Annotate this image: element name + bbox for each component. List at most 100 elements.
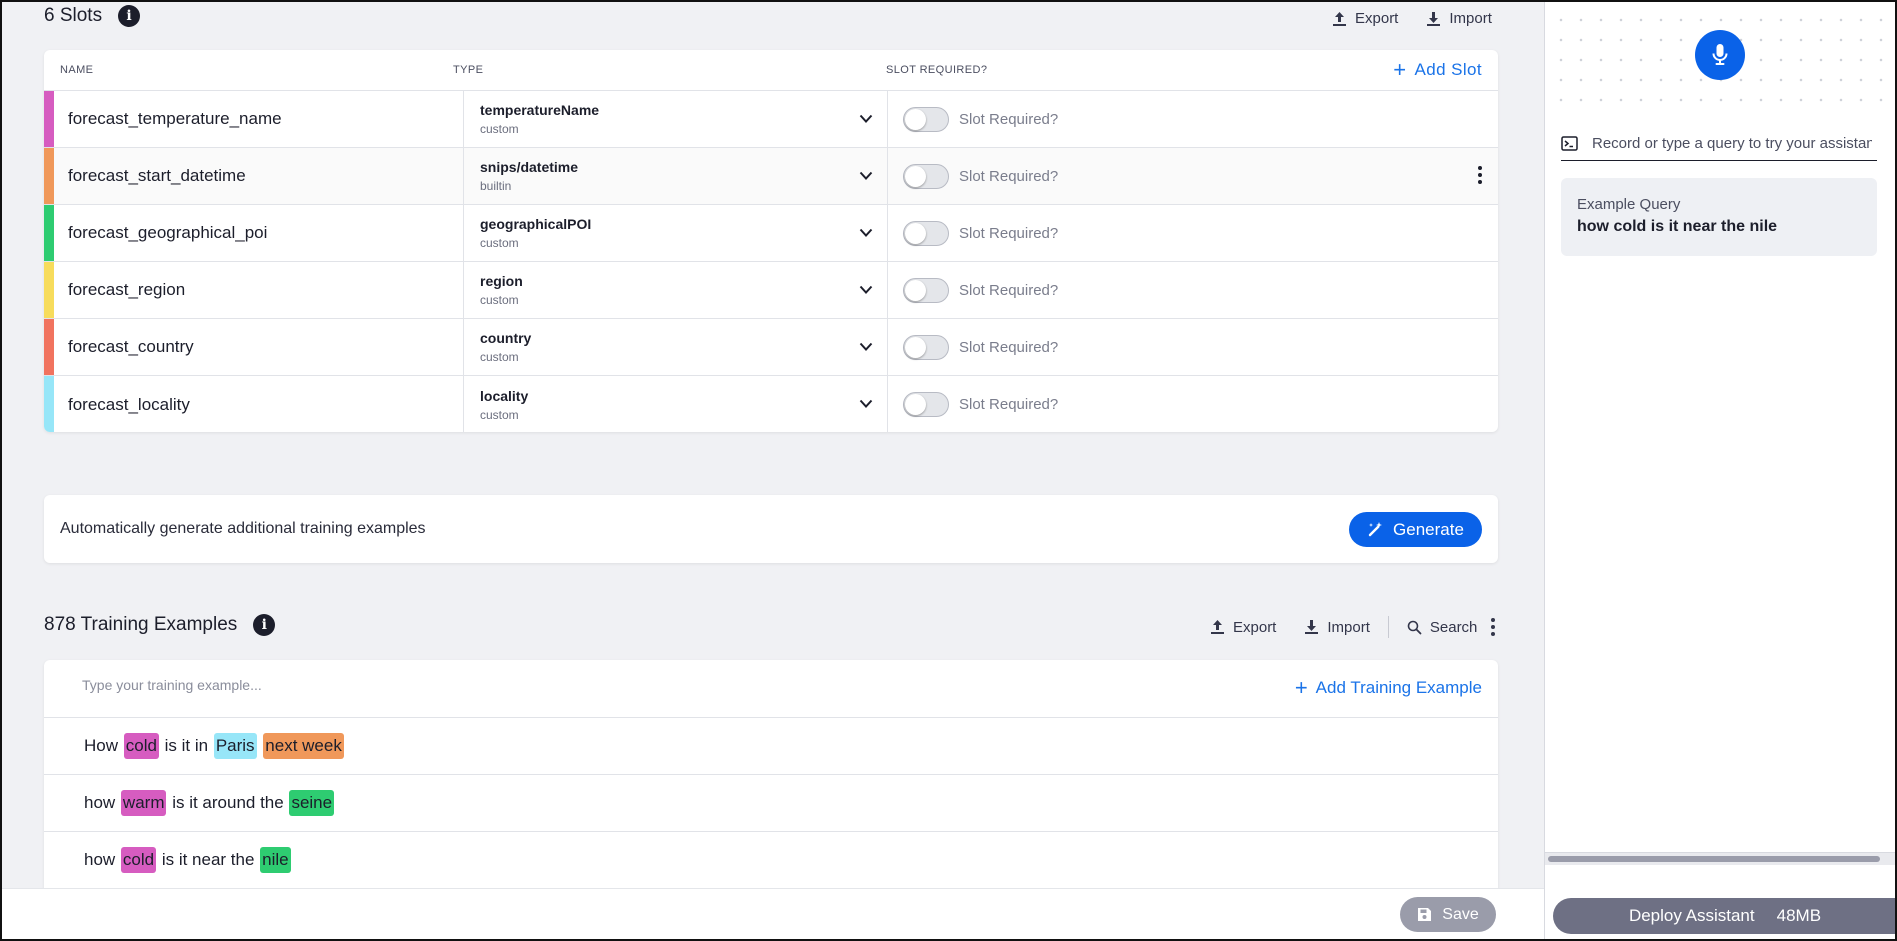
test-panel: Example Query how cold is it near the ni… <box>1544 2 1897 939</box>
slot-type-source: custom <box>480 122 519 136</box>
training-export-button[interactable]: Export <box>1210 619 1276 636</box>
slots-table-body: forecast_temperature_name temperatureName… <box>44 91 1498 432</box>
slot-row[interactable]: forecast_region region custom Slot Required… <box>44 262 1498 319</box>
slot-required-toggle[interactable] <box>903 392 949 417</box>
training-example-row[interactable]: how warm is it around the seine <box>44 775 1498 832</box>
slot-required-label: Slot Required? <box>959 338 1059 356</box>
info-icon[interactable]: i <box>118 5 141 27</box>
chevron-down-icon <box>859 225 873 243</box>
slot-required-toggle[interactable] <box>903 220 949 246</box>
save-button[interactable]: Save <box>1400 897 1496 932</box>
slots-table: NAME TYPE SLOT REQUIRED? + Add Slot fore… <box>44 50 1498 432</box>
training-header: 878 Training Examples i <box>44 614 276 636</box>
slot-type-name: locality <box>480 387 529 404</box>
slot-row[interactable]: forecast_geographical_poi geographicalPOI… <box>44 205 1498 262</box>
example-text: how <box>84 793 120 812</box>
slot-type-source: custom <box>480 236 519 250</box>
training-search-label: Search <box>1429 618 1478 636</box>
slot-type-select[interactable]: geographicalPOI custom <box>464 205 888 261</box>
info-icon[interactable]: i <box>253 614 276 636</box>
slot-required-cell: Slot Required? <box>888 148 1498 204</box>
slot-required-label: Slot Required? <box>959 396 1059 413</box>
slot-required-cell: Slot Required? <box>888 91 1498 147</box>
chevron-down-icon <box>859 168 873 186</box>
toolbar-divider <box>1387 616 1389 638</box>
slots-export-label: Export <box>1355 10 1399 27</box>
add-slot-button[interactable]: + Add Slot <box>1393 59 1482 81</box>
slot-name[interactable]: forecast_region <box>54 262 464 318</box>
upload-icon <box>1211 620 1224 634</box>
slot-row[interactable]: forecast_temperature_name temperatureName… <box>44 91 1498 148</box>
training-example-input[interactable] <box>82 677 982 693</box>
main-content: 6 Slots i Export Import NAME TYPE SLOT R… <box>2 2 1544 888</box>
slot-row[interactable]: forecast_country country custom Slot Requir… <box>44 319 1498 376</box>
training-more-button[interactable] <box>1491 618 1496 636</box>
kebab-icon[interactable] <box>1478 166 1482 184</box>
training-export-label: Export <box>1233 618 1277 636</box>
terminal-icon <box>1561 135 1578 151</box>
slots-export-button[interactable]: Export <box>1332 10 1398 27</box>
query-input[interactable] <box>1592 134 1872 152</box>
slot-row[interactable]: forecast_locality locality custom Slot Requ… <box>44 376 1498 432</box>
generate-button-label: Generate <box>1393 519 1464 539</box>
slot-type-select[interactable]: country custom <box>464 319 888 375</box>
slot-required-cell: Slot Required? <box>888 262 1498 318</box>
slot-required-toggle[interactable] <box>903 334 949 360</box>
slot-color-swatch <box>44 205 54 261</box>
slots-title: 6 Slots <box>44 5 103 26</box>
example-text: is it around the <box>167 793 289 812</box>
scrollbar-thumb[interactable] <box>1548 856 1880 862</box>
record-button[interactable] <box>1695 30 1745 80</box>
example-text <box>258 736 263 756</box>
training-search-button[interactable]: Search <box>1407 618 1478 636</box>
chevron-down-icon <box>859 111 873 129</box>
floppy-disk-icon <box>1418 908 1432 921</box>
slot-name[interactable]: forecast_locality <box>54 376 464 432</box>
slot-row[interactable]: forecast_start_datetime snips/datetime bui… <box>44 148 1498 205</box>
slot-required-toggle[interactable] <box>903 277 949 303</box>
slot-type-select[interactable]: region custom <box>464 262 888 318</box>
add-training-example-label: Add Training Example <box>1315 678 1482 697</box>
kebab-icon <box>1491 618 1496 636</box>
slot-type-select[interactable]: temperatureName custom <box>464 91 888 147</box>
add-training-example-button[interactable]: + Add Training Example <box>1295 677 1482 699</box>
slot-color-swatch <box>44 148 54 204</box>
chevron-down-icon <box>859 282 873 300</box>
slot-type-select[interactable]: locality custom <box>464 376 888 432</box>
slot-required-cell: Slot Required? <box>888 319 1498 375</box>
slot-required-toggle[interactable] <box>903 106 949 132</box>
slot-name[interactable]: forecast_country <box>54 319 464 375</box>
slot-type-name: temperatureName <box>480 102 600 118</box>
slot-type-name: region <box>480 273 523 289</box>
deploy-size: 48MB <box>1776 906 1822 925</box>
query-row <box>1561 126 1877 161</box>
training-example-row[interactable]: How cold is it in Paris next week <box>44 718 1498 775</box>
deploy-label: Deploy Assistant <box>1628 906 1755 925</box>
training-example-row[interactable]: how cold is it near the nile <box>44 832 1498 888</box>
slot-color-swatch <box>44 91 54 147</box>
slot-required-toggle[interactable] <box>903 163 949 189</box>
slot-name[interactable]: forecast_start_datetime <box>54 148 464 204</box>
slots-import-button[interactable]: Import <box>1426 10 1492 27</box>
slot-type-select[interactable]: snips/datetime builtin <box>464 148 888 204</box>
training-import-button[interactable]: Import <box>1304 619 1370 636</box>
slot-name[interactable]: forecast_geographical_poi <box>54 205 464 261</box>
download-icon <box>1305 620 1319 634</box>
slot-color-swatch <box>44 262 54 318</box>
chevron-down-icon <box>859 339 873 357</box>
example-query-text: how cold is it near the nile <box>1577 218 1778 235</box>
slot-required-cell: Slot Required? <box>888 205 1498 261</box>
column-header-name: NAME <box>60 64 94 76</box>
add-slot-label: Add Slot <box>1414 60 1482 79</box>
training-toolbar: Export Import Search <box>1210 616 1496 638</box>
slot-name[interactable]: forecast_temperature_name <box>54 91 464 147</box>
generate-button[interactable]: Generate <box>1349 512 1482 547</box>
deploy-assistant-button[interactable]: Deploy Assistant 48MB <box>1553 898 1897 934</box>
example-query-label: Example Query <box>1577 196 1681 213</box>
example-query-card[interactable]: Example Query how cold is it near the ni… <box>1561 178 1877 256</box>
training-examples-list: How cold is it in Paris next week how war… <box>44 718 1498 888</box>
slots-import-label: Import <box>1449 10 1492 27</box>
slot-type-name: geographicalPOI <box>480 216 592 232</box>
horizontal-scrollbar[interactable] <box>1545 852 1896 865</box>
training-title: 878 Training Examples <box>44 614 238 635</box>
